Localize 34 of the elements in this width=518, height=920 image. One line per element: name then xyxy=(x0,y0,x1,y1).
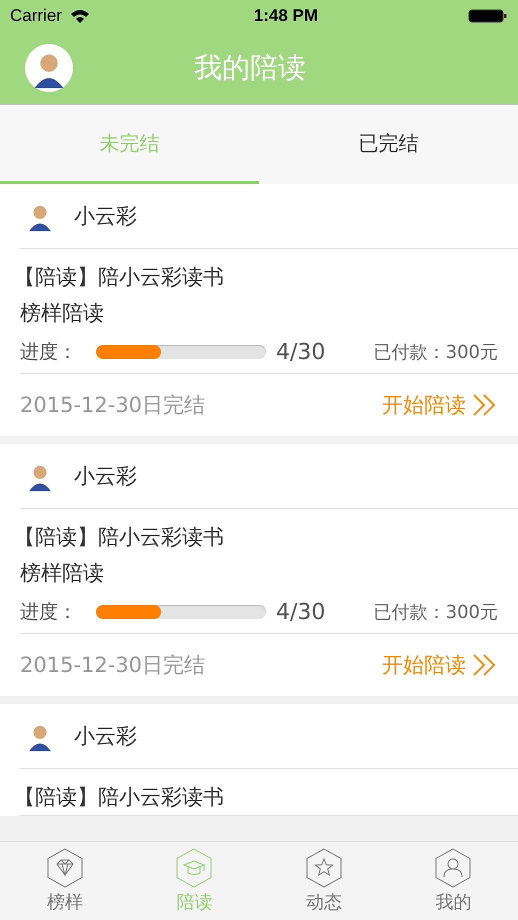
user-name: 小云彩 xyxy=(74,203,137,230)
carrier-name: Carrier xyxy=(10,6,62,26)
star-icon xyxy=(304,848,344,888)
clock-time: 1:48 PM xyxy=(254,6,318,26)
order-title: 【陪读】陪小云彩读书 xyxy=(14,264,225,291)
start-reading-link[interactable]: 开始陪读 xyxy=(382,391,498,419)
order-title: 【陪读】陪小云彩读书 xyxy=(14,784,225,811)
progress-label: 进度： xyxy=(20,340,78,365)
end-date: 2015-12-30日完结 xyxy=(20,652,206,679)
order-type: 榜样陪读 xyxy=(20,560,105,587)
paid-amount: 已付款：300元 xyxy=(374,601,498,624)
page-title: 我的陪读 xyxy=(194,50,306,86)
paid-amount: 已付款：300元 xyxy=(374,341,498,364)
user-name: 小云彩 xyxy=(74,463,137,490)
double-chevron-icon xyxy=(472,653,498,677)
end-date: 2015-12-30日完结 xyxy=(20,392,206,419)
progress-label: 进度： xyxy=(20,600,78,625)
person-icon xyxy=(433,848,474,888)
progress-count: 4/30 xyxy=(276,600,326,624)
tab-bar-item[interactable]: 动态 xyxy=(259,842,388,920)
start-reading-link[interactable]: 开始陪读 xyxy=(382,651,498,679)
wifi-icon xyxy=(70,8,90,24)
graduation-cap-icon xyxy=(174,848,214,888)
diamond-icon xyxy=(44,848,85,888)
avatar-icon xyxy=(25,44,73,92)
tab-bar-item[interactable]: 榜样 xyxy=(0,842,130,920)
tab-bar-item[interactable]: 我的 xyxy=(388,842,518,920)
segment-tab[interactable]: 已完结 xyxy=(259,105,518,184)
order-type: 榜样陪读 xyxy=(20,300,105,327)
double-chevron-icon xyxy=(472,393,498,417)
progress-count: 4/30 xyxy=(276,340,326,364)
order-title: 【陪读】陪小云彩读书 xyxy=(14,524,225,551)
battery-icon xyxy=(468,8,508,24)
user-name: 小云彩 xyxy=(74,723,137,750)
